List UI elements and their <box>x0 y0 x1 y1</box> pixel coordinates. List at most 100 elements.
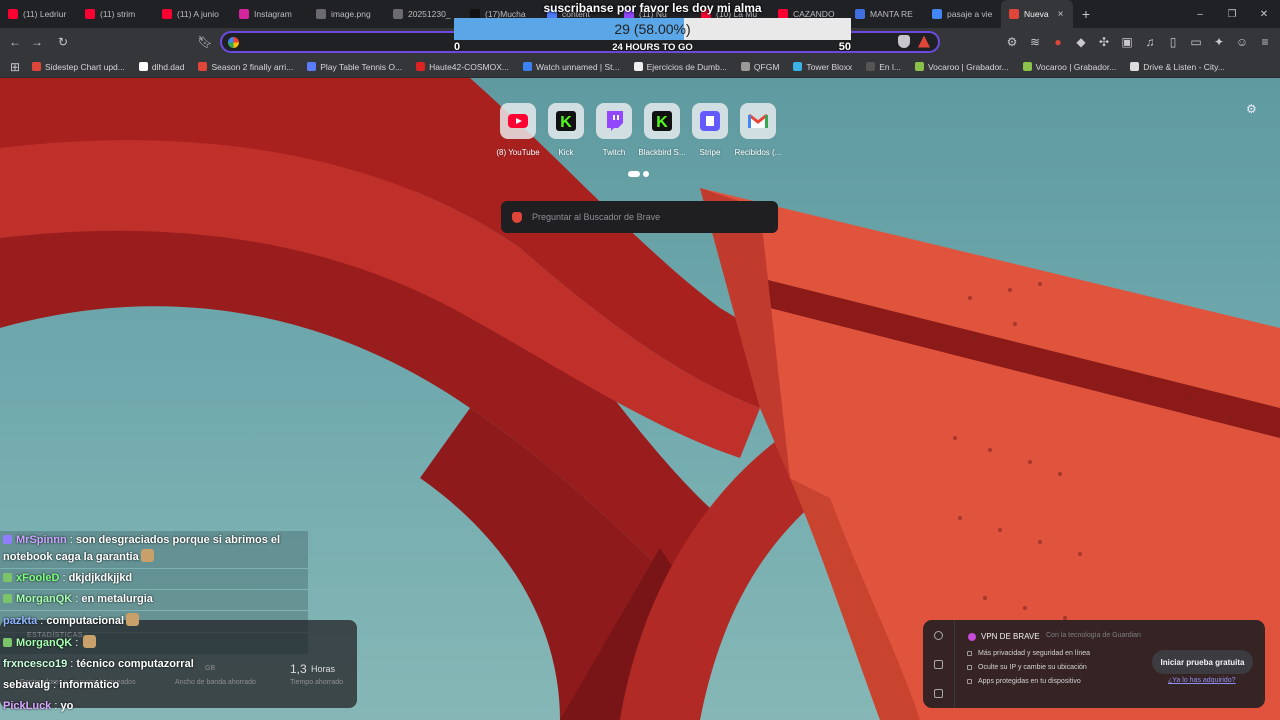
menu-icon[interactable]: ≡ <box>1254 31 1276 53</box>
tab[interactable]: MANTA RE <box>847 0 924 28</box>
top-sites: (8) YouTube K Kick Twitch K Blackbird S... Str… <box>494 103 782 157</box>
rewards-widget-icon[interactable] <box>934 660 943 669</box>
card-widget-icon[interactable] <box>934 689 943 698</box>
extension-icon[interactable]: ◆ <box>1070 31 1092 53</box>
gmail-icon <box>740 103 776 139</box>
chat-username: sebavalg <box>3 678 51 691</box>
tab[interactable]: Instagram <box>231 0 308 28</box>
privacy-widget-icon[interactable] <box>934 631 943 640</box>
google-icon <box>228 36 239 48</box>
youtube-icon <box>85 9 95 19</box>
brave-search-box[interactable]: Preguntar al Buscador de Brave <box>501 201 778 233</box>
extension-audio-icon[interactable]: ≋ <box>1024 31 1046 53</box>
chat-username: frxncesco19 <box>3 657 68 670</box>
bookmark-item[interactable]: Ejercicios de Dumb... <box>628 62 733 72</box>
chat-text: en metalurgia <box>81 592 153 605</box>
vpn-feature: Más privacidad y seguridad en línea <box>967 650 1090 657</box>
stripe-icon <box>692 103 728 139</box>
top-site-label: Twitch <box>602 148 626 157</box>
profile-icon[interactable]: ☺ <box>1231 31 1253 53</box>
new-tab-button[interactable]: + <box>1077 5 1095 23</box>
bookmark-item[interactable]: Watch unnamed | St... <box>517 62 626 72</box>
chat-username: MorganQK <box>16 592 73 605</box>
wallet-icon[interactable]: ▭ <box>1185 31 1207 53</box>
bookmark-label: Season 2 finally arri... <box>211 61 294 72</box>
subscriber-badge-icon <box>3 572 12 582</box>
forward-icon[interactable]: → <box>26 31 48 53</box>
pager-dot[interactable] <box>643 171 649 177</box>
sidebar-icon[interactable]: ▯ <box>1162 31 1184 53</box>
media-icon[interactable]: ♫ <box>1139 31 1161 53</box>
minimize-icon[interactable]: – <box>1184 0 1216 28</box>
bookmark-item[interactable]: Drive & Listen - City... <box>1124 62 1231 72</box>
bookmark-item[interactable]: Haute42-COSMOX... <box>410 62 515 72</box>
check-icon <box>967 651 972 656</box>
chat-separator: : <box>67 657 77 670</box>
subgoal-scale: 0 24 HOURS TO GO 50 <box>454 41 851 55</box>
bookmark-item[interactable]: Season 2 finally arri... <box>192 62 299 72</box>
back-icon[interactable]: ← <box>4 31 26 53</box>
top-site-tile[interactable]: Stripe <box>686 103 734 157</box>
vpn-icon <box>968 633 976 641</box>
bookmark-item[interactable]: Vocaroo | Grabador... <box>1017 62 1123 72</box>
bookmark-label: Haute42-COSMOX... <box>429 61 509 72</box>
settings-gear-icon[interactable]: ⚙︎ <box>1246 102 1257 116</box>
leo-icon[interactable]: ✦ <box>1208 31 1230 53</box>
chat-text: técnico computazorral <box>76 657 194 670</box>
subscriber-badge-icon <box>3 637 12 647</box>
chat-text: dkjdjkdkjjkd <box>68 571 133 584</box>
chat-message: PickLuck : yo <box>0 697 320 717</box>
brave-shields-icon[interactable] <box>898 35 910 48</box>
bookmark-item[interactable]: dlhd.dad <box>133 62 191 72</box>
chat-message: sebavalg : informático <box>0 676 320 696</box>
tab-title: MANTA RE <box>870 9 913 19</box>
bookmark-favicon-icon <box>416 62 426 71</box>
top-site-tile[interactable]: K Blackbird S... <box>638 103 686 157</box>
bookmark-item[interactable]: Tower Bloxx <box>787 62 858 72</box>
top-site-tile[interactable]: K Kick <box>542 103 590 157</box>
vpn-promo-card: VPN DE BRAVE Con la tecnología de Guardi… <box>923 620 1265 708</box>
screenshot-icon[interactable]: ▣ <box>1116 31 1138 53</box>
top-site-label: Stripe <box>699 148 721 157</box>
restore-icon[interactable]: ❐ <box>1216 0 1248 28</box>
top-sites-pager <box>628 171 649 177</box>
apps-icon[interactable]: ⊞ <box>6 56 24 78</box>
bookmark-label: Play Table Tennis O... <box>320 61 403 72</box>
reload-icon[interactable]: ↻ <box>52 31 74 53</box>
top-site-tile[interactable]: (8) YouTube <box>494 103 542 157</box>
top-site-tile[interactable]: Recibidos (... <box>734 103 782 157</box>
tab[interactable]: (11) A junio <box>154 0 231 28</box>
close-window-icon[interactable]: ✕ <box>1248 0 1280 28</box>
bookmark-label: QFGM <box>753 61 780 72</box>
bookmark-item[interactable]: Play Table Tennis O... <box>301 62 408 72</box>
bookmark-item[interactable]: Sidestep Chart upd... <box>26 62 131 72</box>
tab[interactable]: (11) strim <box>77 0 154 28</box>
tab[interactable]: image.png <box>308 0 385 28</box>
tab-title: (11) strim <box>100 9 136 19</box>
svg-text:K: K <box>560 114 572 131</box>
bookmark-item[interactable]: En l... <box>860 62 907 72</box>
top-site-tile[interactable]: Twitch <box>590 103 638 157</box>
google-icon <box>932 9 942 19</box>
rewards-badge: 1 <box>926 35 930 41</box>
pager-dot-active[interactable] <box>628 171 640 177</box>
translate-icon[interactable]: ⚙︎ <box>1001 31 1023 53</box>
ublock-icon[interactable]: ● <box>1047 31 1069 53</box>
bookmark-item[interactable]: Vocaroo | Grabador... <box>909 62 1015 72</box>
bookmark-item[interactable]: QFGM <box>735 62 786 72</box>
tab[interactable]: pasaje a vie <box>924 0 1001 28</box>
bookmark-icon[interactable]: 🔖︎ <box>194 31 216 53</box>
tab[interactable]: Nueva × <box>1001 0 1073 28</box>
start-free-trial-button[interactable]: Iniciar prueba gratuita <box>1152 650 1253 674</box>
stream-chat-overlay: MrSpinnn : son desgraciados porque si ab… <box>0 531 320 717</box>
vpn-feature: Oculte su IP y cambie su ubicación <box>967 664 1087 671</box>
tab[interactable]: 20251230_ <box>385 0 462 28</box>
already-purchased-link[interactable]: ¿Ya lo has adquirido? <box>1168 677 1236 684</box>
tab[interactable]: (11) Ledriur <box>0 0 77 28</box>
brave-rewards-icon[interactable]: 1 <box>918 35 930 48</box>
puzzle-icon[interactable]: ✣ <box>1093 31 1115 53</box>
bookmark-label: dlhd.dad <box>151 61 185 72</box>
bookmark-label: Sidestep Chart upd... <box>45 61 125 72</box>
close-tab-icon[interactable]: × <box>1058 9 1064 20</box>
emote-icon <box>83 634 97 648</box>
